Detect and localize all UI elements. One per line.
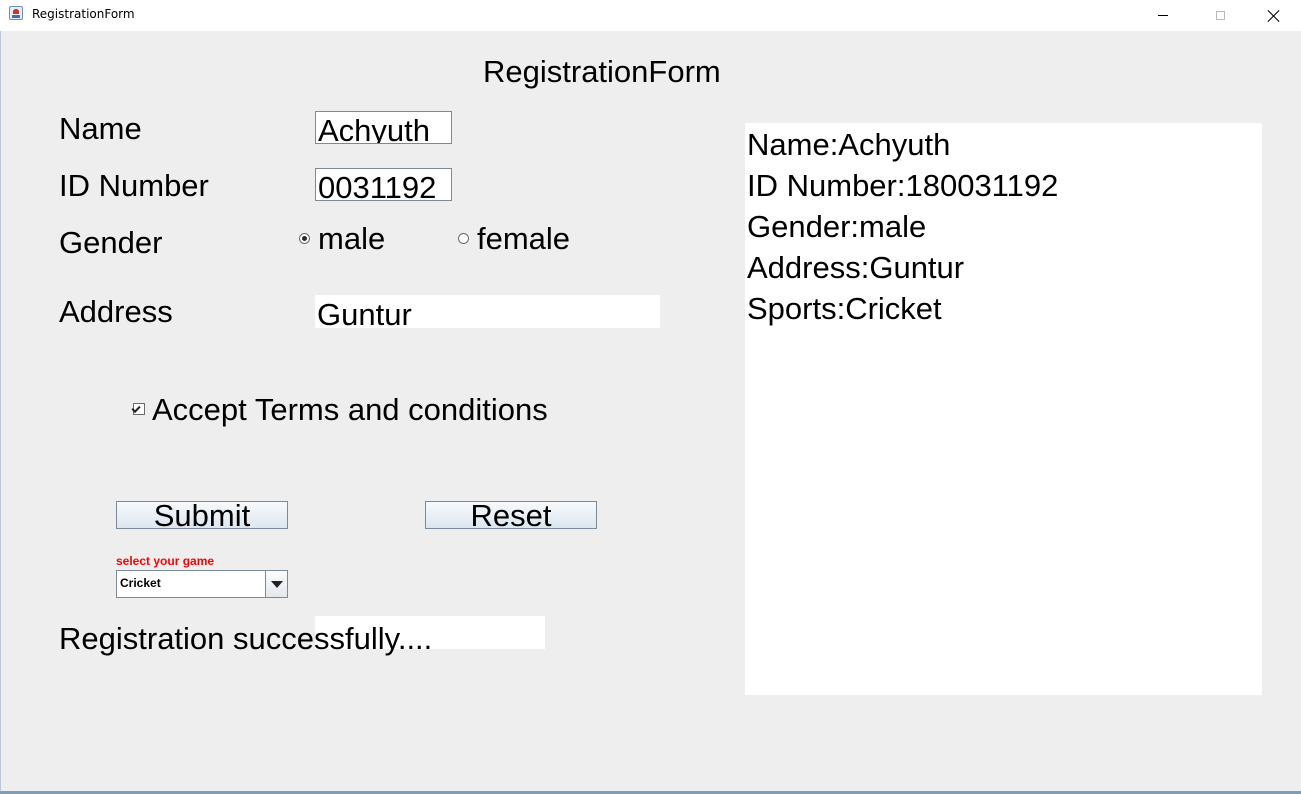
male-radio-label[interactable]: male [318,221,385,257]
output-line-id: ID Number:180031192 [747,168,1059,203]
reset-button[interactable]: Reset [425,500,597,531]
output-line-address: Address:Guntur [747,250,965,285]
minimize-button[interactable] [1140,0,1186,31]
window-title: RegistrationForm [32,7,135,21]
name-input[interactable]: Achyuth [315,111,452,144]
chevron-down-icon [270,580,283,588]
female-radio-button[interactable] [458,233,469,244]
registration-status-text: Registration successfully.... [59,621,433,656]
close-icon [1267,9,1280,22]
dropdown-arrow-button[interactable] [265,571,287,597]
terms-label[interactable]: Accept Terms and conditions [152,392,548,428]
submit-button[interactable]: Submit [116,500,288,531]
close-button[interactable] [1250,0,1296,31]
window-left-border [0,31,1,791]
output-line-sports: Sports:Cricket [747,291,942,326]
id-number-input[interactable]: 0031192 [315,168,452,201]
address-label: Address [59,294,173,329]
gender-label: Gender [59,225,163,260]
output-text-area[interactable]: Name:Achyuth ID Number:180031192 Gender:… [745,123,1262,695]
output-line-name: Name:Achyuth [747,127,951,162]
maximize-button[interactable] [1197,0,1243,31]
game-dropdown-value: Cricket [120,576,161,590]
checkmark-icon [131,403,141,413]
form-heading: RegistrationForm [483,54,721,89]
title-bar[interactable]: RegistrationForm [0,0,1301,31]
terms-checkbox[interactable] [131,403,145,415]
address-input[interactable]: Guntur [315,295,660,328]
id-number-label: ID Number [59,168,209,203]
java-cup-icon [9,6,23,20]
male-radio-button[interactable] [299,233,310,244]
maximize-icon [1215,11,1225,20]
game-select-label: select your game [116,554,215,568]
female-radio-label[interactable]: female [477,221,570,257]
output-line-gender: Gender:male [747,209,927,244]
name-label: Name [59,111,142,146]
game-dropdown[interactable]: Cricket [116,570,288,598]
minimize-icon [1158,15,1168,16]
